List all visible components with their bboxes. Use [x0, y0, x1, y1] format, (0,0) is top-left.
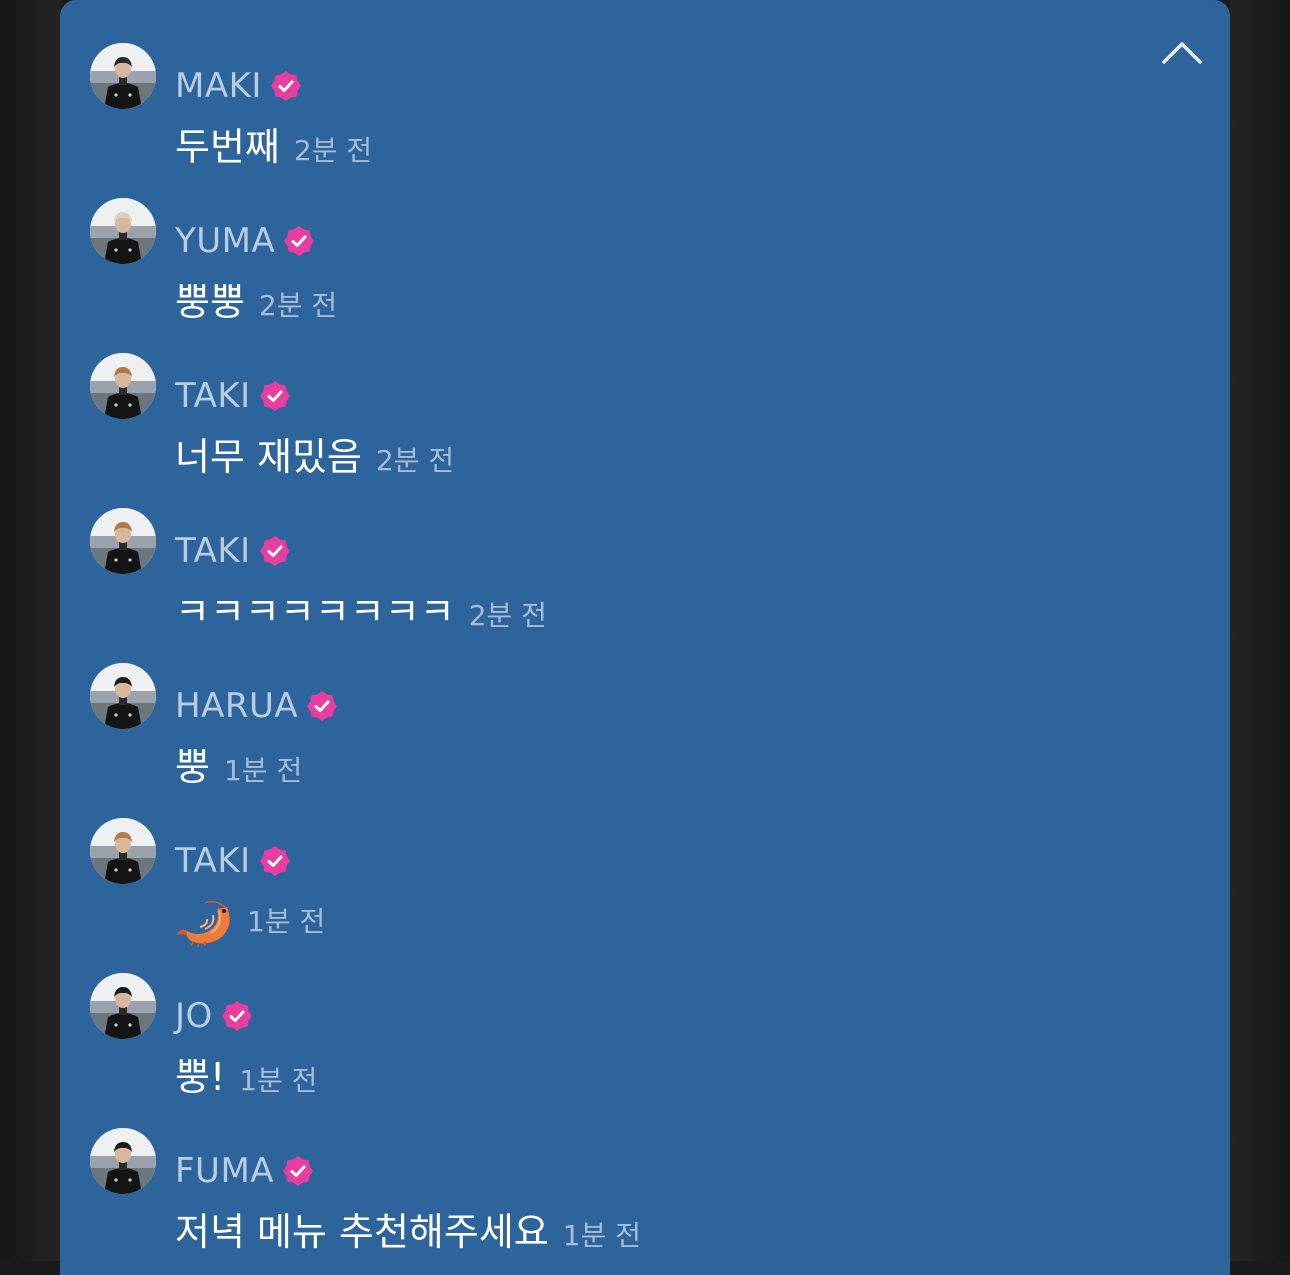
verified-badge-icon — [259, 381, 290, 411]
chat-message[interactable]: MAKI 두번째 2분 전 — [90, 43, 1190, 166]
username[interactable]: TAKI — [175, 534, 251, 568]
chat-message[interactable]: JO 뿡! 1분 전 — [90, 973, 1190, 1096]
timestamp: 1분 전 — [562, 1219, 642, 1252]
avatar-photo — [90, 818, 156, 884]
avatar-photo — [90, 663, 156, 729]
message-body: 뿡뿡 2분 전 — [175, 283, 337, 321]
verified-badge-icon — [270, 71, 301, 101]
timestamp: 1분 전 — [239, 1064, 318, 1097]
message-text: 너무 재밌음 — [175, 435, 362, 479]
username-row: FUMA — [175, 1149, 314, 1193]
username-row: TAKI — [175, 374, 291, 418]
username-row: JO — [175, 994, 253, 1038]
avatar[interactable] — [90, 818, 156, 884]
avatar[interactable] — [90, 198, 156, 264]
avatar[interactable] — [90, 43, 156, 109]
timestamp: 1분 전 — [247, 905, 326, 938]
avatar[interactable] — [90, 1128, 156, 1194]
verified-badge-icon — [307, 691, 338, 721]
chat-message[interactable]: TAKI ㅋㅋㅋㅋㅋㅋㅋㅋ 2분 전 — [90, 508, 1190, 631]
username-row: TAKI — [175, 529, 291, 573]
chat-message[interactable]: FUMA 저녁 메뉴 추천해주세요 1분 전 — [90, 1128, 1190, 1251]
username[interactable]: YUMA — [175, 224, 275, 258]
timestamp: 2분 전 — [375, 444, 455, 477]
avatar[interactable] — [90, 508, 156, 574]
timestamp: 2분 전 — [258, 289, 338, 322]
message-body: 저녁 메뉴 추천해주세요 1분 전 — [175, 1213, 641, 1251]
message-text: 뿡 — [175, 745, 210, 789]
chat-panel: MAKI 두번째 2분 전 YUMA 뿡뿡 2분 전 TAKI 너무 재밌음 2분 전 TAKI ㅋ… — [60, 0, 1230, 1275]
timestamp: 1분 전 — [223, 754, 303, 787]
verified-badge-icon — [284, 226, 315, 256]
message-body: 뿡! 1분 전 — [175, 1058, 317, 1096]
avatar-photo — [90, 353, 156, 419]
message-text: ㅋㅋㅋㅋㅋㅋㅋㅋ — [175, 590, 455, 634]
timestamp: 2분 전 — [468, 599, 547, 632]
background-right — [1230, 0, 1290, 1261]
username[interactable]: TAKI — [175, 379, 251, 413]
avatar-photo — [90, 1128, 156, 1194]
message-body: ㅋㅋㅋㅋㅋㅋㅋㅋ 2분 전 — [175, 593, 547, 631]
chat-message[interactable]: TAKI 1분 전 — [90, 818, 1190, 947]
verified-badge-icon — [221, 1001, 252, 1031]
username[interactable]: JO — [175, 999, 213, 1033]
chat-message[interactable]: TAKI 너무 재밌음 2분 전 — [90, 353, 1190, 476]
verified-badge-icon — [259, 536, 290, 566]
avatar-photo — [90, 508, 156, 574]
message-body: 1분 전 — [175, 897, 325, 947]
username[interactable]: FUMA — [175, 1154, 274, 1188]
message-body: 너무 재밌음 2분 전 — [175, 438, 454, 476]
username[interactable]: HARUA — [175, 689, 298, 723]
username-row: MAKI — [175, 64, 302, 108]
message-text: 뿡뿡 — [175, 280, 245, 324]
timestamp: 2분 전 — [293, 134, 373, 167]
username-row: HARUA — [175, 684, 338, 728]
shrimp-emoji-icon — [177, 900, 230, 947]
verified-badge-icon — [283, 1156, 314, 1186]
avatar-photo — [90, 43, 156, 109]
avatar[interactable] — [90, 973, 156, 1039]
avatar-photo — [90, 973, 156, 1039]
background-left — [0, 0, 60, 1261]
avatar-photo — [90, 198, 156, 264]
message-text: 두번째 — [175, 125, 280, 169]
message-text: 뿡! — [175, 1055, 226, 1099]
chat-message[interactable]: HARUA 뿡 1분 전 — [90, 663, 1190, 786]
verified-badge-icon — [259, 846, 290, 876]
avatar[interactable] — [90, 663, 156, 729]
avatar[interactable] — [90, 353, 156, 419]
username[interactable]: TAKI — [175, 844, 251, 878]
username-row: TAKI — [175, 839, 291, 883]
username[interactable]: MAKI — [175, 69, 262, 103]
message-body: 두번째 2분 전 — [175, 128, 372, 166]
message-text: 저녁 메뉴 추천해주세요 — [175, 1210, 549, 1254]
message-body: 뿡 1분 전 — [175, 748, 302, 786]
username-row: YUMA — [175, 219, 315, 263]
chat-message[interactable]: YUMA 뿡뿡 2분 전 — [90, 198, 1190, 321]
